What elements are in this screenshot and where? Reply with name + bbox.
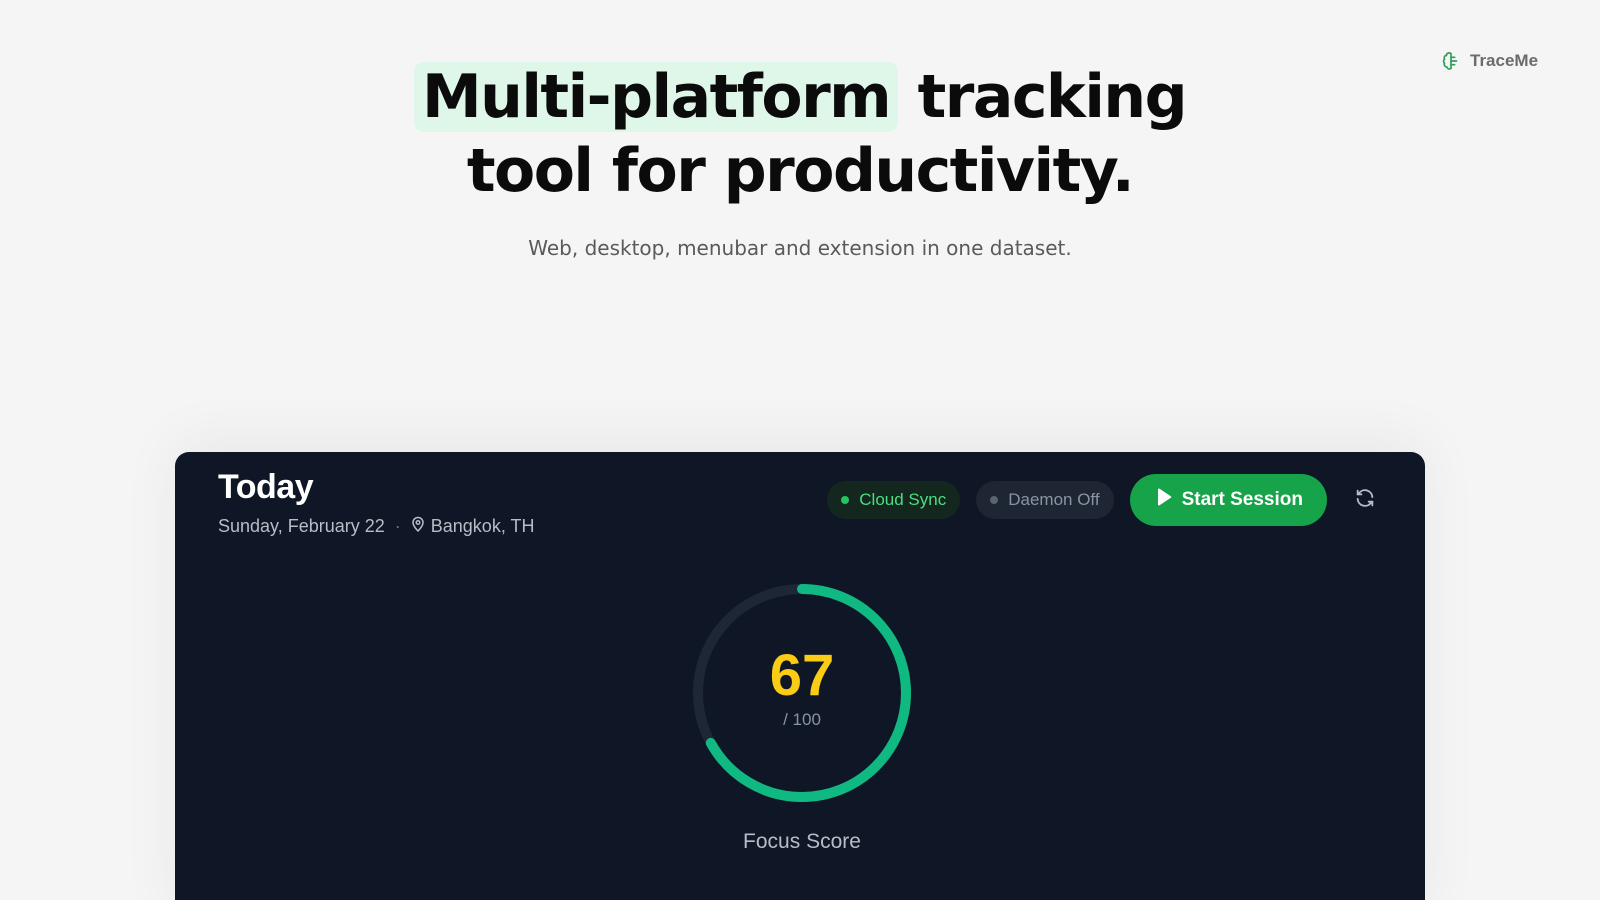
focus-score-label: Focus Score bbox=[743, 830, 861, 853]
focus-score-max: / 100 bbox=[783, 710, 821, 729]
dashboard-meta: Sunday, February 22 · Bangkok, TH bbox=[218, 516, 535, 537]
dashboard-card: Today Sunday, February 22 · Bangkok, TH bbox=[175, 452, 1425, 900]
refresh-icon bbox=[1354, 487, 1376, 514]
focus-score-gauge: 67 / 100 bbox=[689, 580, 915, 806]
cloud-sync-badge: Cloud Sync bbox=[827, 481, 961, 519]
hero-title: Multi-platform tracking tool for product… bbox=[0, 60, 1600, 208]
status-dot-icon bbox=[841, 496, 850, 504]
play-icon bbox=[1156, 488, 1172, 512]
cloud-sync-label: Cloud Sync bbox=[859, 490, 947, 509]
page: TraceMe Multi-platform tracking tool for… bbox=[0, 0, 1600, 900]
hero-title-line1-rest: tracking bbox=[898, 62, 1188, 132]
status-dot-icon bbox=[990, 496, 999, 504]
dashboard-date: Sunday, February 22 bbox=[218, 516, 385, 536]
daemon-status-badge: Daemon Off bbox=[976, 481, 1114, 519]
hero: Multi-platform tracking tool for product… bbox=[0, 60, 1600, 260]
hero-subtitle: Web, desktop, menubar and extension in o… bbox=[528, 236, 1072, 260]
meta-separator: · bbox=[394, 516, 401, 536]
dashboard-header: Today Sunday, February 22 · Bangkok, TH bbox=[218, 466, 535, 537]
daemon-status-label: Daemon Off bbox=[1008, 490, 1100, 509]
location-text: Bangkok, TH bbox=[430, 516, 535, 536]
start-session-label: Start Session bbox=[1181, 489, 1303, 510]
hero-title-line2: tool for productivity. bbox=[466, 136, 1135, 206]
refresh-button[interactable] bbox=[1347, 482, 1383, 518]
dashboard-actions: Cloud Sync Daemon Off Start Session bbox=[827, 474, 1383, 526]
hero-title-highlight: Multi-platform bbox=[413, 62, 899, 132]
start-session-button[interactable]: Start Session bbox=[1129, 474, 1327, 526]
dashboard-title: Today bbox=[218, 468, 314, 506]
location-pin-icon bbox=[411, 516, 425, 537]
location: Bangkok, TH bbox=[411, 516, 535, 537]
focus-score-value: 67 bbox=[769, 643, 835, 708]
